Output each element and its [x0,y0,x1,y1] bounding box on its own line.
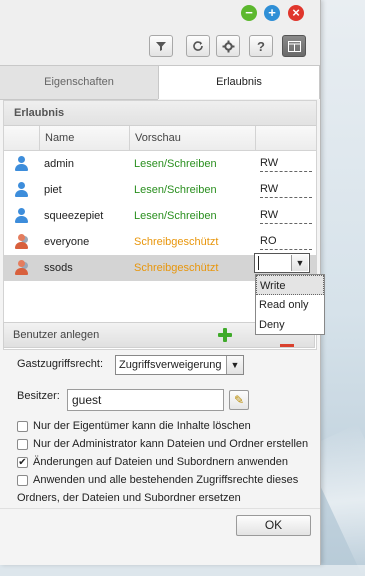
filter-icon[interactable] [149,35,173,57]
permission-value[interactable]: RW [260,203,312,224]
user-icon [14,156,28,172]
permission-select[interactable]: ▼ [254,253,310,273]
permission-value[interactable]: RO [260,229,312,250]
table-row[interactable]: everyone Schreibgeschützt RO [4,229,316,255]
group-name: everyone [44,236,90,248]
permission-value[interactable]: RW [260,151,312,172]
owner-label: Besitzer: [17,390,60,402]
chevron-down-icon[interactable]: ▼ [291,255,308,271]
add-icon[interactable] [218,328,232,342]
table-row[interactable]: piet Lesen/Schreiben RW [4,177,316,203]
group-name: ssods [44,262,73,274]
gear-icon[interactable] [216,35,240,57]
table-header: Name Vorschau [4,126,316,151]
tab-bar: Eigenschaften Erlaubnis [0,65,320,100]
preview-text: Schreibgeschützt [134,262,219,274]
permissions-title: Erlaubnis [4,101,316,126]
option-deny[interactable]: Deny [256,315,324,335]
option-label-3: Änderungen auf Dateien und Subordnern an… [33,456,289,468]
preview-text: Lesen/Schreiben [134,210,217,222]
user-icon [14,208,28,224]
properties-window: − + × ? Eigenschaften Erlaubnis Erlaubni… [0,0,325,565]
guest-access-select[interactable]: Zugriffsverweigerung ▼ [115,355,244,375]
title-bar: − + × ? [0,0,320,65]
option-read-only[interactable]: Read only [256,295,324,315]
user-name: squeezepiet [44,210,104,222]
column-header-name[interactable]: Name [39,126,129,150]
user-name: admin [44,158,74,170]
option-label-4-cont: Ordners, der Dateien und Subordner erset… [17,492,241,504]
table-row[interactable]: squeezepiet Lesen/Schreiben RW [4,203,316,229]
preview-text: Lesen/Schreiben [134,158,217,170]
user-icon [14,182,28,198]
minimize-icon[interactable]: − [241,5,257,21]
remove-icon[interactable] [280,344,294,347]
option-write[interactable]: Write [256,275,324,295]
option-checkbox-4[interactable] [17,475,28,486]
ok-button[interactable]: OK [236,515,311,536]
divider [0,508,320,509]
group-icon [14,234,28,250]
maximize-icon[interactable]: + [264,5,280,21]
chevron-down-icon[interactable]: ▼ [226,356,243,374]
option-label-1: Nur der Eigentümer kann die Inhalte lösc… [33,420,251,432]
preview-text: Schreibgeschützt [134,236,219,248]
permission-dropdown-list: Write Read only Deny [255,274,325,335]
tab-erlaubnis[interactable]: Erlaubnis [158,66,320,99]
owner-field[interactable]: guest [67,389,224,411]
refresh-icon[interactable] [186,35,210,57]
table-row[interactable]: admin Lesen/Schreiben RW [4,151,316,177]
column-header-icon [4,126,39,150]
permission-value[interactable]: RW [260,177,312,198]
user-name: piet [44,184,62,196]
help-icon[interactable]: ? [249,35,273,57]
create-user-label: Benutzer anlegen [13,329,100,341]
guest-access-value: Zugriffsverweigerung [119,359,222,371]
group-icon [14,260,28,276]
guest-access-label: Gastzugriffsrecht: [17,358,103,370]
option-label-2: Nur der Administrator kann Dateien und O… [33,438,309,450]
edit-owner-icon[interactable]: ✎ [229,390,249,410]
close-icon[interactable]: × [288,5,304,21]
tab-eigenschaften[interactable]: Eigenschaften [0,66,158,100]
text-cursor [258,256,259,270]
option-checkbox-2[interactable] [17,439,28,450]
preview-text: Lesen/Schreiben [134,184,217,196]
option-label-4: Anwenden und alle bestehenden Zugriffsre… [33,474,299,486]
panel-icon[interactable] [282,35,306,57]
column-header-preview[interactable]: Vorschau [129,126,255,150]
option-checkbox-1[interactable] [17,421,28,432]
option-checkbox-3[interactable]: ✔ [17,457,28,468]
column-header-permission[interactable] [255,126,316,150]
